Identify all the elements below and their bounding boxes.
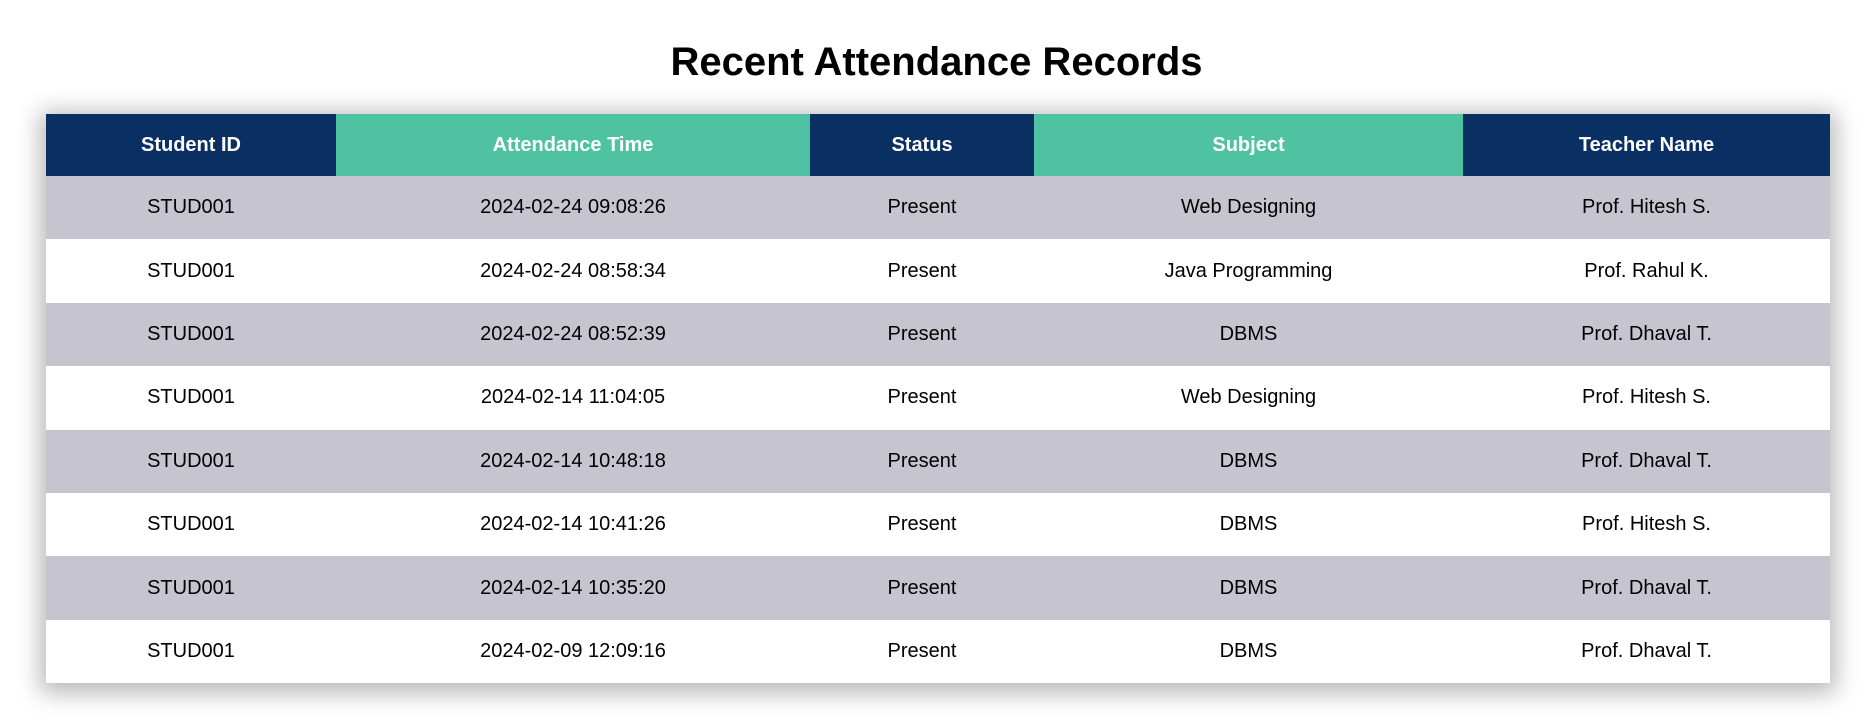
- cell-attendance-time: 2024-02-09 12:09:16: [336, 619, 810, 684]
- cell-attendance-time: 2024-02-24 09:08:26: [336, 176, 810, 240]
- cell-subject: DBMS: [1034, 492, 1463, 557]
- cell-status: Present: [810, 556, 1034, 620]
- table-header-row: Student ID Attendance Time Status Subjec…: [46, 114, 1830, 176]
- table-row: STUD001 2024-02-14 10:35:20 Present DBMS…: [46, 556, 1830, 620]
- table-row: STUD001 2024-02-14 10:48:18 Present DBMS…: [46, 429, 1830, 493]
- cell-subject: DBMS: [1034, 556, 1463, 620]
- attendance-page: Recent Attendance Records Student ID Att…: [0, 0, 1873, 723]
- cell-status: Present: [810, 492, 1034, 557]
- column-header-subject: Subject: [1034, 114, 1463, 176]
- cell-subject: Java Programming: [1034, 239, 1463, 303]
- cell-subject: Web Designing: [1034, 366, 1463, 430]
- cell-student-id: STUD001: [46, 492, 336, 557]
- cell-status: Present: [810, 176, 1034, 240]
- cell-student-id: STUD001: [46, 556, 336, 620]
- table-row: STUD001 2024-02-24 09:08:26 Present Web …: [46, 176, 1830, 240]
- cell-student-id: STUD001: [46, 429, 336, 493]
- cell-teacher-name: Prof. Dhaval T.: [1463, 619, 1830, 684]
- column-header-student-id: Student ID: [46, 114, 336, 176]
- cell-attendance-time: 2024-02-24 08:58:34: [336, 239, 810, 303]
- column-header-teacher-name: Teacher Name: [1463, 114, 1830, 176]
- table-row: STUD001 2024-02-24 08:58:34 Present Java…: [46, 239, 1830, 303]
- cell-teacher-name: Prof. Dhaval T.: [1463, 429, 1830, 493]
- cell-student-id: STUD001: [46, 619, 336, 684]
- cell-teacher-name: Prof. Hitesh S.: [1463, 366, 1830, 430]
- cell-status: Present: [810, 239, 1034, 303]
- table-row: STUD001 2024-02-14 11:04:05 Present Web …: [46, 366, 1830, 430]
- cell-subject: Web Designing: [1034, 176, 1463, 240]
- cell-student-id: STUD001: [46, 302, 336, 367]
- cell-student-id: STUD001: [46, 239, 336, 303]
- column-header-attendance-time: Attendance Time: [336, 114, 810, 176]
- cell-teacher-name: Prof. Dhaval T.: [1463, 556, 1830, 620]
- cell-attendance-time: 2024-02-24 08:52:39: [336, 302, 810, 367]
- cell-status: Present: [810, 302, 1034, 367]
- page-title: Recent Attendance Records: [670, 40, 1203, 84]
- cell-teacher-name: Prof. Hitesh S.: [1463, 176, 1830, 240]
- column-header-status: Status: [810, 114, 1034, 176]
- cell-teacher-name: Prof. Rahul K.: [1463, 239, 1830, 303]
- cell-attendance-time: 2024-02-14 11:04:05: [336, 366, 810, 430]
- cell-attendance-time: 2024-02-14 10:48:18: [336, 429, 810, 493]
- cell-student-id: STUD001: [46, 366, 336, 430]
- table-row: STUD001 2024-02-09 12:09:16 Present DBMS…: [46, 619, 1830, 684]
- cell-attendance-time: 2024-02-14 10:41:26: [336, 492, 810, 557]
- table-row: STUD001 2024-02-24 08:52:39 Present DBMS…: [46, 302, 1830, 367]
- cell-status: Present: [810, 429, 1034, 493]
- cell-subject: DBMS: [1034, 429, 1463, 493]
- cell-attendance-time: 2024-02-14 10:35:20: [336, 556, 810, 620]
- cell-student-id: STUD001: [46, 176, 336, 240]
- attendance-table-container: Student ID Attendance Time Status Subjec…: [46, 114, 1830, 684]
- cell-teacher-name: Prof. Hitesh S.: [1463, 492, 1830, 557]
- cell-status: Present: [810, 366, 1034, 430]
- cell-subject: DBMS: [1034, 619, 1463, 684]
- cell-status: Present: [810, 619, 1034, 684]
- cell-teacher-name: Prof. Dhaval T.: [1463, 302, 1830, 367]
- table-row: STUD001 2024-02-14 10:41:26 Present DBMS…: [46, 492, 1830, 557]
- cell-subject: DBMS: [1034, 302, 1463, 367]
- attendance-table: Student ID Attendance Time Status Subjec…: [46, 114, 1830, 684]
